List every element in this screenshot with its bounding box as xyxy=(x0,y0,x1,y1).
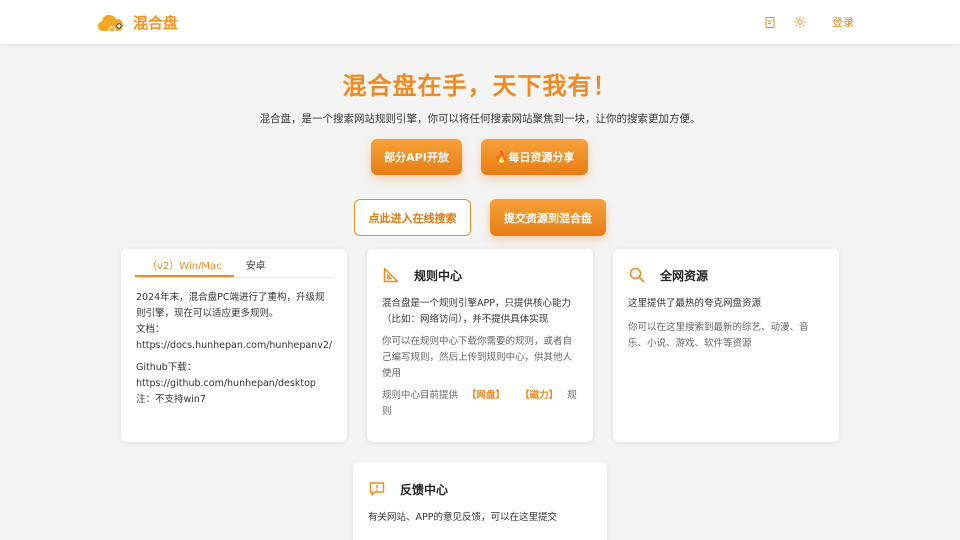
rules-p3: 规则中心目前提供 【网盘】 【磁力】 规则 xyxy=(382,388,578,420)
brand[interactable]: 混合盘 xyxy=(97,10,178,34)
tag-magnet: 【磁力】 xyxy=(520,390,559,401)
feedback-card-title: 反馈中心 xyxy=(400,482,449,497)
rules-card-title: 规则中心 xyxy=(414,268,463,283)
top-navbar: 混合盘 登录 xyxy=(0,0,960,44)
nav-actions: 登录 xyxy=(764,14,854,30)
sun-theme-icon[interactable] xyxy=(794,16,806,28)
rules-center-card[interactable]: 规则中心 混合盘是一个规则引擎APP，只提供核心能力（比如：网络访问），并不提供… xyxy=(367,249,593,442)
document-icon[interactable] xyxy=(764,16,776,28)
github-label: Github下载： xyxy=(136,362,197,373)
resources-card-title: 全网资源 xyxy=(660,268,709,283)
tag-netdisk: 【网盘】 xyxy=(467,390,506,401)
search-icon xyxy=(628,266,646,284)
client-download-card: （v2）Win/Mac 安卓 2024年末，混合盘PC端进行了重构，升级规则引擎… xyxy=(121,249,347,442)
cloud-logo-icon xyxy=(98,15,123,33)
tab-android[interactable]: 安卓 xyxy=(234,249,278,277)
api-open-button[interactable]: 部分API开放 xyxy=(371,139,462,175)
hero-subtitle: 混合盘，是一个搜索网站规则引擎，你可以将任何搜索网站聚焦到一块，让你的搜索更加方… xyxy=(259,113,701,125)
platform-tabs: （v2）Win/Mac 安卓 xyxy=(135,249,333,278)
online-search-button[interactable]: 点此进入在线搜索 xyxy=(354,199,471,236)
docs-link[interactable]: https://docs.hunhepan.com/hunhepanv2/ xyxy=(136,338,332,354)
submit-resource-button[interactable]: 提交资源到混合盘 xyxy=(490,199,606,236)
brand-name: 混合盘 xyxy=(133,13,179,32)
rules-p3-prefix: 规则中心目前提供 xyxy=(382,390,459,401)
github-link[interactable]: https://github.com/hunhepan/desktop xyxy=(136,376,332,392)
rules-p1: 混合盘是一个规则引擎APP，只提供核心能力（比如：网络访问），并不提供具体实现 xyxy=(382,298,571,325)
daily-share-button[interactable]: 🔥每日资源分享 xyxy=(481,139,588,175)
hero-title: 混合盘在手，天下我有！ xyxy=(342,72,618,100)
feedback-center-card[interactable]: 反馈中心 有关网站、APP的意见反馈，可以在这里提交 xyxy=(353,462,607,540)
all-resources-card[interactable]: 全网资源 这里提供了最热的夸克网盘资源 你可以在这里搜索到最新的综艺、动漫、音乐… xyxy=(613,249,839,442)
feedback-message-icon xyxy=(368,480,386,498)
ruler-triangle-icon xyxy=(382,266,400,284)
tab-win-mac[interactable]: （v2）Win/Mac xyxy=(135,249,234,277)
feedback-p1: 有关网站、APP的意见反馈，可以在这里提交 xyxy=(368,512,557,523)
resources-p1: 这里提供了最热的夸克网盘资源 xyxy=(628,298,762,309)
docs-label: 文档： xyxy=(136,324,165,335)
rules-p2: 你可以在规则中心下载你需要的规则，或者自己编写规则，然后上传到规则中心，供其他人… xyxy=(382,336,573,379)
resources-p2: 你可以在这里搜索到最新的综艺、动漫、音乐、小说、游戏、软件等资源 xyxy=(628,322,809,349)
win7-note: 注：不支持win7 xyxy=(136,394,206,405)
client-description: 2024年末，混合盘PC端进行了重构，升级规则引擎，现在可以适应更多规则。 xyxy=(136,292,325,319)
login-link[interactable]: 登录 xyxy=(832,14,854,30)
